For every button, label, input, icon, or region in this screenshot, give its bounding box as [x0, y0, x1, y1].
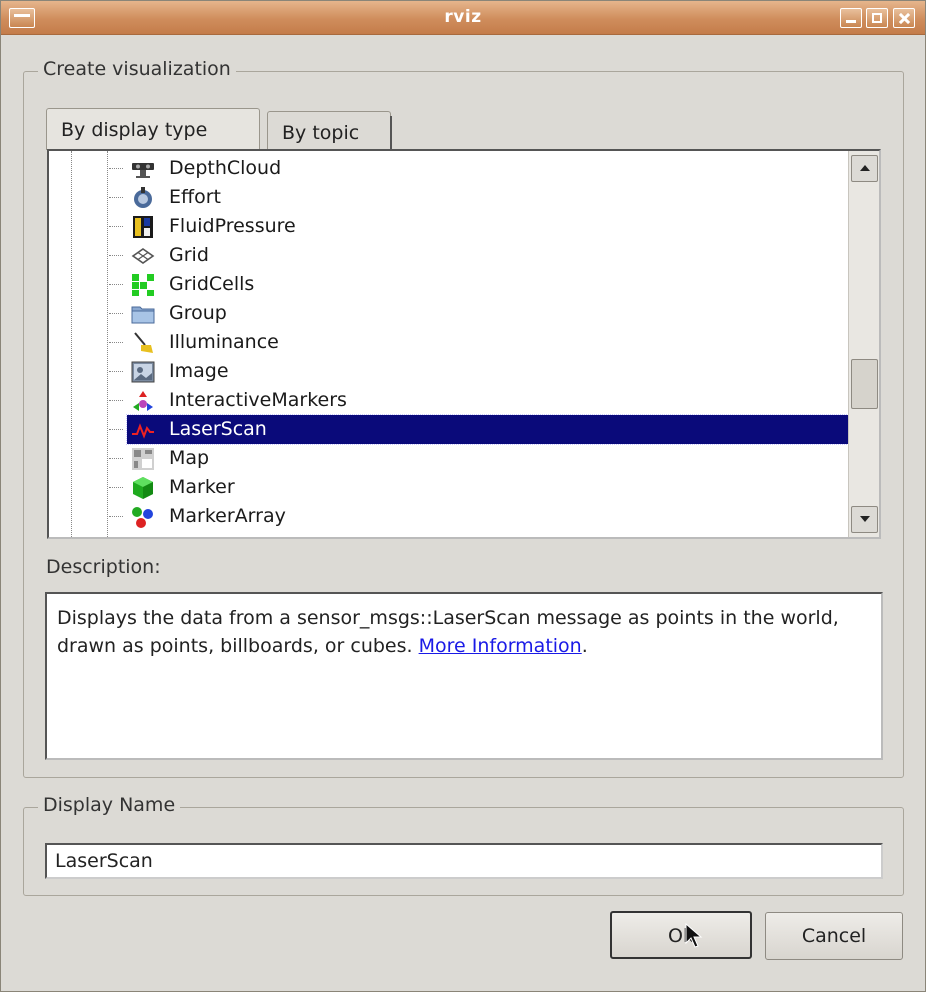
- laser-scan-icon: [132, 423, 154, 439]
- folder-icon: [131, 306, 155, 324]
- scroll-up-button[interactable]: [851, 155, 878, 182]
- tree-item-label: Illuminance: [169, 331, 279, 353]
- tree-scrollbar[interactable]: [848, 151, 879, 537]
- tree-item-label: Marker: [169, 476, 235, 498]
- cube-icon: [133, 477, 153, 499]
- tree-item-label: GridCells: [169, 273, 255, 295]
- create-visualization-title: Create visualization: [38, 58, 236, 80]
- window-title: rviz: [444, 7, 482, 27]
- tree-item-markerarray[interactable]: MarkerArray: [109, 502, 848, 531]
- tree-item-illuminance[interactable]: Illuminance: [109, 328, 848, 357]
- description-box: Displays the data from a sensor_msgs::La…: [45, 592, 883, 760]
- lamp-icon: [134, 332, 153, 353]
- interactive-markers-icon: [133, 391, 153, 411]
- ok-button[interactable]: Ok: [610, 911, 752, 959]
- tree-item-label: MarkerArray: [169, 505, 286, 527]
- effort-icon: [134, 187, 152, 208]
- tree-item-interactivemarkers[interactable]: InteractiveMarkers: [109, 386, 848, 415]
- tree-item-effort[interactable]: Effort: [109, 183, 848, 212]
- tree-item-fluidpressure[interactable]: FluidPressure: [109, 212, 848, 241]
- tree-item-grid[interactable]: Grid: [109, 241, 848, 270]
- rviz-dialog-window: rviz Create visualization By display typ…: [0, 0, 926, 992]
- gauge-icon: [133, 216, 153, 238]
- map-icon: [132, 448, 154, 470]
- tree-item-label: DepthCloud: [169, 157, 282, 179]
- marker-array-icon: [132, 507, 153, 528]
- display-type-tree[interactable]: DepthCloud Effort FluidPressure Grid Gri…: [47, 149, 881, 539]
- tree-item-marker[interactable]: Marker: [109, 473, 848, 502]
- tree-item-label: Group: [169, 302, 227, 324]
- grid-icon: [131, 248, 155, 264]
- tree-item-laserscan[interactable]: LaserScan: [109, 414, 849, 445]
- minimize-button[interactable]: [840, 8, 862, 28]
- tab-by-topic[interactable]: By topic: [267, 111, 392, 151]
- scroll-thumb[interactable]: [851, 359, 878, 409]
- tree-item-label: FluidPressure: [169, 215, 296, 237]
- tree-item-map[interactable]: Map: [109, 444, 848, 473]
- maximize-button[interactable]: [866, 8, 888, 28]
- tree-item-label: LaserScan: [169, 418, 267, 440]
- cancel-button[interactable]: Cancel: [765, 912, 903, 960]
- tree-item-group[interactable]: Group: [109, 299, 848, 328]
- tree-item-label: InteractiveMarkers: [169, 389, 347, 411]
- tree-item-label: Image: [169, 360, 229, 382]
- tree-item-depthcloud[interactable]: DepthCloud: [109, 154, 848, 183]
- display-name-input[interactable]: [45, 843, 883, 879]
- depth-camera-icon: [132, 163, 154, 178]
- grid-cells-icon: [132, 274, 154, 296]
- description-trailing: .: [581, 635, 588, 657]
- tree-item-label: Grid: [169, 244, 209, 266]
- tree-item-gridcells[interactable]: GridCells: [109, 270, 848, 299]
- image-icon: [131, 361, 155, 383]
- tree-item-label: Effort: [169, 186, 221, 208]
- display-name-title: Display Name: [38, 794, 181, 816]
- scroll-down-button[interactable]: [851, 506, 878, 533]
- tree-item-label: Map: [169, 447, 210, 469]
- tree-guide-line: [71, 151, 72, 537]
- title-bar[interactable]: rviz: [1, 1, 925, 35]
- tree-guide-line: [107, 151, 108, 537]
- more-information-link[interactable]: More Information: [419, 635, 582, 657]
- tab-by-display-type[interactable]: By display type: [46, 108, 260, 150]
- description-label: Description:: [46, 556, 161, 578]
- close-button[interactable]: [893, 8, 915, 28]
- tree-item-image[interactable]: Image: [109, 357, 848, 386]
- mouse-cursor-icon: [685, 923, 703, 948]
